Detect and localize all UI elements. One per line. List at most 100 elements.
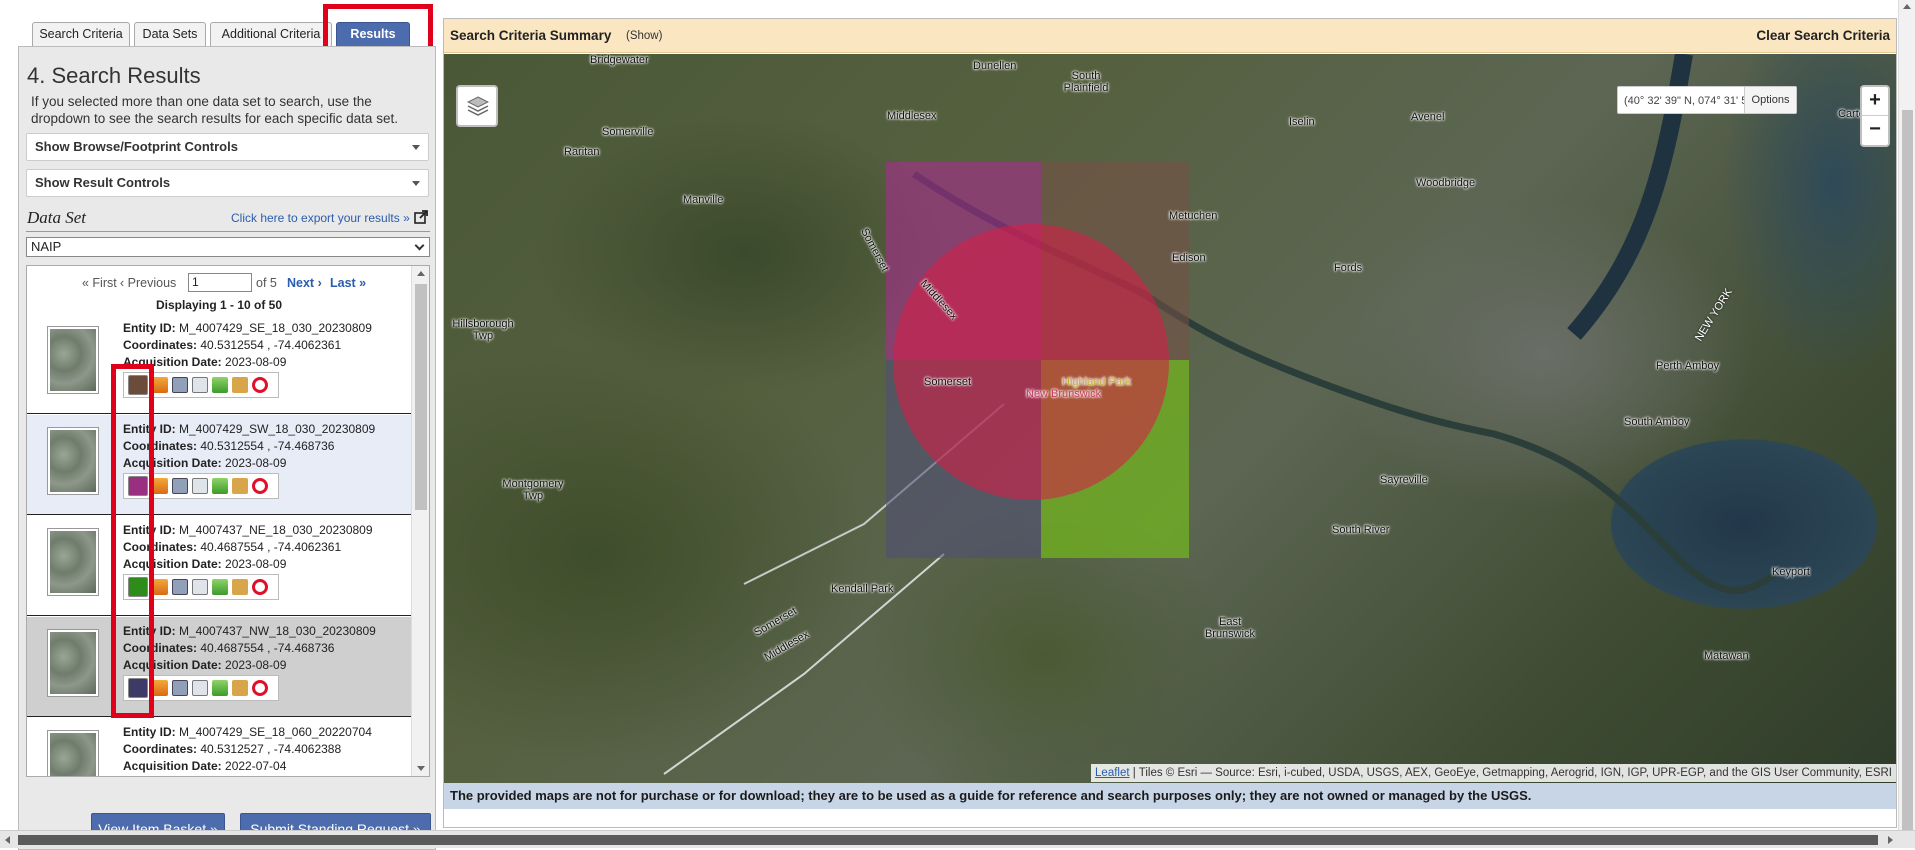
entity-id-value: M_4007429_SE_18_030_20230809	[179, 321, 372, 335]
acquisition-date-label: Acquisition Date:	[123, 658, 222, 672]
compare-browse-icon[interactable]	[172, 579, 188, 595]
scroll-up-icon[interactable]	[417, 271, 425, 276]
entity-id-value: M_4007429_SE_18_060_20220704	[179, 725, 372, 739]
browse-footprint-dropdown[interactable]: Show Browse/Footprint Controls	[26, 133, 429, 161]
acquisition-date-label: Acquisition Date:	[123, 759, 222, 773]
first-page-link[interactable]: « First	[82, 276, 117, 290]
map-attribution: Leaflet | Tiles © Esri — Source: Esri, i…	[1091, 764, 1896, 782]
metadata-icon[interactable]	[192, 680, 208, 696]
browse-thumbnail[interactable]	[47, 528, 99, 596]
compare-browse-icon[interactable]	[172, 680, 188, 696]
browse-overlay-icon[interactable]	[152, 478, 168, 494]
result-row[interactable]: Entity ID: M_4007429_SW_18_030_20230809 …	[27, 415, 411, 515]
map-place-label: Keyport	[1772, 566, 1810, 578]
map-place-label: East Brunswick	[1204, 616, 1256, 640]
map-place-label: Avenel	[1411, 111, 1445, 123]
last-page-link[interactable]: Last »	[330, 276, 366, 290]
page-horizontal-scrollbar[interactable]	[0, 830, 1915, 848]
result-row[interactable]: Entity ID: M_4007429_SE_18_060_20220704 …	[27, 718, 411, 776]
browse-thumbnail[interactable]	[47, 427, 99, 495]
export-results-link[interactable]: Click here to export your results »	[231, 211, 410, 225]
exclude-icon[interactable]	[252, 478, 268, 494]
download-icon[interactable]	[212, 478, 228, 494]
tab-search-criteria[interactable]: Search Criteria	[32, 22, 130, 46]
tab-additional-criteria[interactable]: Additional Criteria	[210, 22, 332, 46]
footprint-toggle-icon[interactable]	[128, 577, 148, 597]
download-icon[interactable]	[212, 579, 228, 595]
scroll-down-icon[interactable]	[417, 766, 425, 771]
external-link-icon[interactable]	[414, 210, 428, 224]
browse-thumbnail[interactable]	[47, 326, 99, 394]
coordinates-label: Coordinates:	[123, 742, 198, 756]
page-vertical-scrollbar[interactable]	[1898, 0, 1915, 830]
browse-overlay-icon[interactable]	[152, 680, 168, 696]
browse-overlay-icon[interactable]	[152, 579, 168, 595]
caret-down-icon	[412, 181, 420, 186]
add-to-basket-icon[interactable]	[232, 680, 248, 696]
entity-id-label: Entity ID:	[123, 624, 176, 638]
metadata-icon[interactable]	[192, 579, 208, 595]
scroll-up-icon[interactable]	[1903, 4, 1911, 9]
page-count: of 5	[256, 276, 277, 290]
result-meta: Entity ID: M_4007437_NW_18_030_20230809 …	[123, 623, 376, 674]
map-place-label: Middlesex	[887, 110, 937, 122]
tab-bar: Search Criteria Data Sets Additional Cri…	[18, 20, 436, 46]
scroll-left-icon[interactable]	[5, 836, 10, 844]
entity-id-value: M_4007429_SW_18_030_20230809	[179, 422, 376, 436]
result-controls-label: Show Result Controls	[35, 175, 171, 190]
result-row[interactable]: Entity ID: M_4007437_NW_18_030_20230809 …	[27, 617, 411, 717]
zoom-in-button[interactable]: +	[1862, 87, 1888, 116]
map-place-label: Perth Amboy	[1656, 360, 1719, 372]
scrollbar-thumb[interactable]	[415, 284, 427, 510]
entity-id-value: M_4007437_NW_18_030_20230809	[179, 624, 376, 638]
scrollbar-thumb[interactable]	[18, 835, 1878, 845]
map-place-label: Edison	[1172, 252, 1206, 264]
tab-results[interactable]: Results	[336, 22, 410, 46]
previous-page-link[interactable]: ‹ Previous	[120, 276, 176, 290]
add-to-basket-icon[interactable]	[232, 377, 248, 393]
exclude-icon[interactable]	[252, 579, 268, 595]
section-description: If you selected more than one data set t…	[31, 94, 398, 126]
result-actions	[123, 675, 279, 701]
scrollbar-thumb[interactable]	[1902, 110, 1913, 830]
footprint-toggle-icon[interactable]	[128, 476, 148, 496]
result-row[interactable]: Entity ID: M_4007429_SE_18_030_20230809 …	[27, 314, 411, 414]
summary-show-link[interactable]: (Show)	[626, 30, 662, 42]
map-place-label: Bridgewater	[590, 54, 649, 66]
page-number-input[interactable]: 1	[188, 273, 252, 292]
metadata-icon[interactable]	[192, 377, 208, 393]
zoom-out-button[interactable]: −	[1862, 116, 1888, 145]
footprint-toggle-icon[interactable]	[128, 678, 148, 698]
add-to-basket-icon[interactable]	[232, 478, 248, 494]
exclude-icon[interactable]	[252, 680, 268, 696]
browse-thumbnail[interactable]	[47, 629, 99, 697]
footprint-toggle-icon[interactable]	[128, 375, 148, 395]
layers-button[interactable]	[456, 85, 498, 127]
exclude-icon[interactable]	[252, 377, 268, 393]
acquisition-date-value: 2023-08-09	[225, 355, 287, 369]
leaflet-link[interactable]: Leaflet	[1095, 767, 1130, 779]
results-scrollbar[interactable]	[411, 266, 429, 776]
add-to-basket-icon[interactable]	[232, 579, 248, 595]
download-icon[interactable]	[212, 377, 228, 393]
scroll-right-icon[interactable]	[1888, 836, 1893, 844]
clear-search-criteria-link[interactable]: Clear Search Criteria	[1756, 28, 1890, 43]
data-set-select[interactable]: NAIP	[26, 237, 430, 257]
browse-overlay-icon[interactable]	[152, 377, 168, 393]
satellite-map[interactable]: Bridgewater Dunellen South Plainfield Mi…	[444, 54, 1896, 783]
search-area-circle[interactable]	[893, 224, 1169, 500]
coordinate-options-button[interactable]: Options	[1744, 87, 1796, 113]
entity-id-label: Entity ID:	[123, 422, 176, 436]
compare-browse-icon[interactable]	[172, 478, 188, 494]
tab-data-sets[interactable]: Data Sets	[134, 22, 206, 46]
next-page-link[interactable]: Next ›	[287, 276, 322, 290]
metadata-icon[interactable]	[192, 478, 208, 494]
data-set-selected: NAIP	[31, 239, 62, 254]
browse-thumbnail[interactable]	[47, 730, 99, 776]
acquisition-date-label: Acquisition Date:	[123, 557, 222, 571]
download-icon[interactable]	[212, 680, 228, 696]
compare-browse-icon[interactable]	[172, 377, 188, 393]
map-place-label: Raritan	[564, 146, 600, 158]
result-controls-dropdown[interactable]: Show Result Controls	[26, 169, 429, 197]
result-row[interactable]: Entity ID: M_4007437_NE_18_030_20230809 …	[27, 516, 411, 616]
